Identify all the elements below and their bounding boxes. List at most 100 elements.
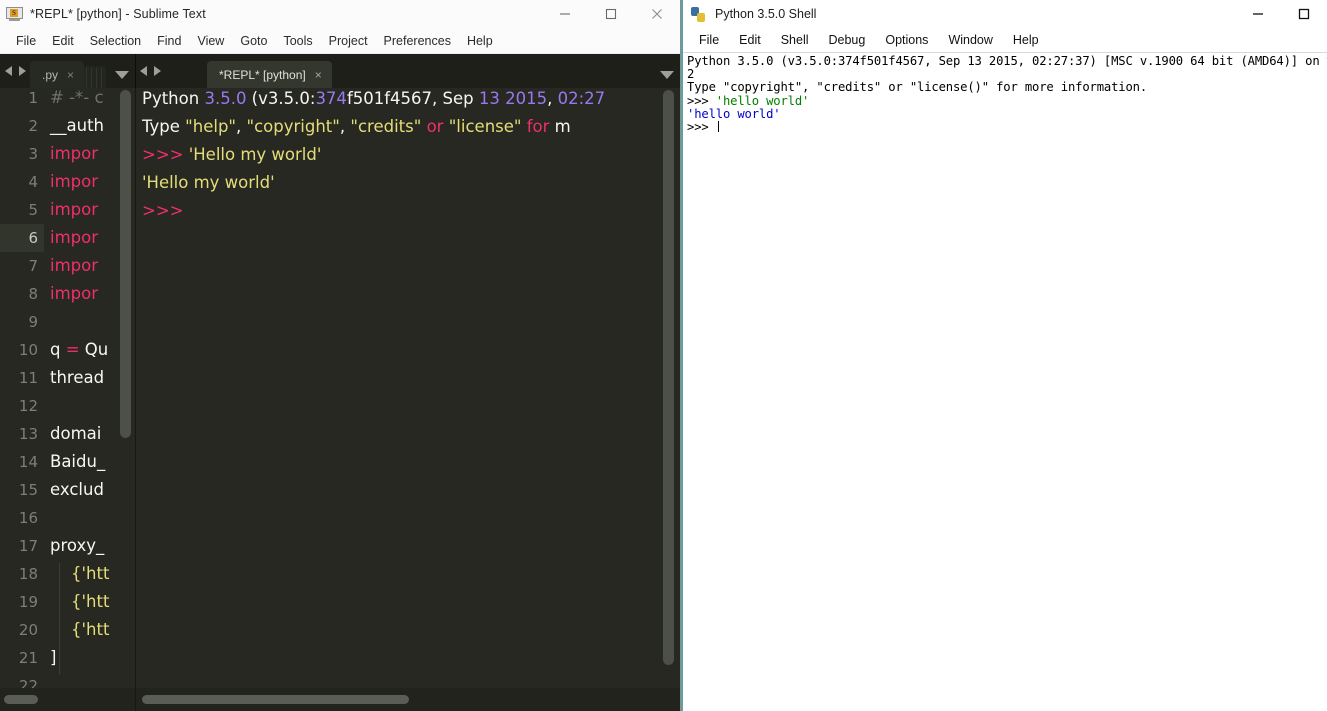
code-line[interactable]: {'htt xyxy=(50,616,109,644)
code-line[interactable]: impor xyxy=(50,280,98,308)
repl-horizontal-scrollbar[interactable] xyxy=(136,688,680,711)
tab-py[interactable]: .py × xyxy=(30,61,85,88)
menu-item-project[interactable]: Project xyxy=(321,28,376,54)
code-line[interactable]: exclud xyxy=(50,476,104,504)
repl-line[interactable]: Type "help", "copyright", "credits" or "… xyxy=(142,113,571,141)
code-line[interactable]: impor xyxy=(50,140,98,168)
sublime-menu-bar: File Edit Selection Find View Goto Tools… xyxy=(0,28,680,54)
repl-token: 13 2015 xyxy=(478,89,548,108)
menu-item-file[interactable]: File xyxy=(8,28,44,54)
maximize-button[interactable] xyxy=(1281,0,1327,28)
code-line[interactable]: ] xyxy=(50,644,56,672)
tab-next-arrow-icon[interactable] xyxy=(19,66,26,76)
menu-item-view[interactable]: View xyxy=(189,28,232,54)
idle-menu-item-shell[interactable]: Shell xyxy=(771,28,819,52)
code-line[interactable]: __auth xyxy=(50,112,104,140)
minimize-button[interactable] xyxy=(542,0,588,28)
idle-shell-text-area[interactable]: Python 3.5.0 (v3.5.0:374f501f4567, Sep 1… xyxy=(683,54,1327,711)
code-line[interactable]: impor xyxy=(50,196,98,224)
sublime-editor-body: 1 2 3 4 5 6 7 8 9 10 11 12 13 14 15 16 17 18 19 20 21 22 # -*… xyxy=(0,88,680,711)
tab-next-arrow-icon[interactable] xyxy=(154,66,161,76)
repl-line[interactable]: >>> xyxy=(142,197,183,225)
repl-line[interactable]: 'Hello my world' xyxy=(142,169,275,197)
repl-token: Python xyxy=(142,89,205,108)
tab-repl-python[interactable]: *REPL* [python] × xyxy=(207,61,332,88)
tab-prev-arrow-icon[interactable] xyxy=(5,66,12,76)
tab-close-icon[interactable]: × xyxy=(67,69,74,81)
repl-token: (v3.5.0: xyxy=(246,89,316,108)
repl-token: 374 xyxy=(315,89,347,108)
source-vertical-scrollbar-track[interactable] xyxy=(120,88,133,688)
idle-menu-item-help[interactable]: Help xyxy=(1003,28,1049,52)
code-line[interactable]: q = Qu xyxy=(50,336,108,364)
source-vertical-scrollbar-thumb[interactable] xyxy=(120,90,131,438)
code-line[interactable]: proxy_ xyxy=(50,532,104,560)
code-token: Baidu_ xyxy=(50,452,106,471)
sublime-title-bar[interactable]: S *REPL* [python] - Sublime Text xyxy=(0,0,680,28)
line-number: 18 xyxy=(18,565,38,583)
code-line[interactable]: impor xyxy=(50,168,98,196)
repl-vertical-scrollbar-thumb[interactable] xyxy=(663,90,674,665)
right-tab-nav-arrows[interactable] xyxy=(135,54,165,88)
code-line[interactable]: {'htt xyxy=(50,560,109,588)
tab-label: *REPL* [python] xyxy=(219,67,306,82)
source-horizontal-scrollbar[interactable] xyxy=(0,688,135,711)
editor-pane-source[interactable]: 1 2 3 4 5 6 7 8 9 10 11 12 13 14 15 16 17 18 19 20 21 22 # -*… xyxy=(0,88,136,711)
shell-text: 'hello world' xyxy=(687,106,781,121)
idle-menu-item-options[interactable]: Options xyxy=(875,28,938,52)
line-number: 14 xyxy=(18,453,38,471)
code-line[interactable]: impor xyxy=(50,224,98,252)
code-token: thread xyxy=(50,368,105,387)
menu-item-selection[interactable]: Selection xyxy=(82,28,149,54)
repl-line[interactable]: >>> 'Hello my world' xyxy=(142,141,321,169)
repl-token: 'Hello my world' xyxy=(142,173,275,192)
code-line[interactable]: # -*- c xyxy=(50,88,104,112)
line-number: 8 xyxy=(28,285,38,303)
maximize-button[interactable] xyxy=(588,0,634,28)
shell-line[interactable]: 'hello world' xyxy=(687,106,1327,121)
menu-item-goto[interactable]: Goto xyxy=(232,28,275,54)
code-line[interactable]: Baidu_ xyxy=(50,448,105,476)
source-code-area[interactable]: 1 2 3 4 5 6 7 8 9 10 11 12 13 14 15 16 17 18 19 20 21 22 # -*… xyxy=(0,88,135,688)
repl-output-area[interactable]: Python 3.5.0 (v3.5.0:374f501f4567, Sep 1… xyxy=(136,88,680,688)
menu-item-help[interactable]: Help xyxy=(459,28,501,54)
code-line[interactable]: {'htt xyxy=(50,588,109,616)
minimize-button[interactable] xyxy=(1235,0,1281,28)
tab-close-icon[interactable]: × xyxy=(315,69,322,81)
idle-menu-item-window[interactable]: Window xyxy=(938,28,1002,52)
repl-line[interactable]: Python 3.5.0 (v3.5.0:374f501f4567, Sep 1… xyxy=(142,88,605,113)
repl-vertical-scrollbar-track[interactable] xyxy=(663,88,678,688)
shell-line[interactable]: >>> 'hello world' xyxy=(687,93,1327,108)
code-token: proxy_ xyxy=(50,536,105,555)
left-tab-list-chevron-down-icon[interactable] xyxy=(115,71,129,79)
shell-line[interactable]: Python 3.5.0 (v3.5.0:374f501f4567, Sep 1… xyxy=(687,54,1327,68)
idle-title-bar[interactable]: Python 3.5.0 Shell xyxy=(683,0,1327,28)
line-number: 21 xyxy=(18,649,38,667)
code-token: = xyxy=(65,340,80,359)
code-token: impor xyxy=(50,284,99,303)
repl-horizontal-scrollbar-thumb[interactable] xyxy=(142,695,409,704)
source-horizontal-scrollbar-thumb[interactable] xyxy=(4,695,38,704)
editor-pane-repl[interactable]: Python 3.5.0 (v3.5.0:374f501f4567, Sep 1… xyxy=(136,88,680,711)
repl-output-text[interactable]: Python 3.5.0 (v3.5.0:374f501f4567, Sep 1… xyxy=(142,88,662,688)
left-tab-nav-arrows[interactable] xyxy=(0,54,30,88)
shell-text: 'hello world' xyxy=(715,93,810,108)
tab-prev-arrow-icon[interactable] xyxy=(140,66,147,76)
code-line[interactable]: thread xyxy=(50,364,104,392)
shell-line[interactable]: >>> xyxy=(687,120,1327,134)
menu-item-tools[interactable]: Tools xyxy=(275,28,320,54)
line-number: 10 xyxy=(18,341,38,359)
code-line[interactable]: domai xyxy=(50,420,101,448)
menu-item-edit[interactable]: Edit xyxy=(44,28,82,54)
menu-item-preferences[interactable]: Preferences xyxy=(376,28,459,54)
idle-menu-item-edit[interactable]: Edit xyxy=(729,28,771,52)
menu-item-find[interactable]: Find xyxy=(149,28,189,54)
idle-window-controls xyxy=(1235,0,1327,28)
line-number: 13 xyxy=(18,425,38,443)
idle-menu-item-file[interactable]: File xyxy=(689,28,729,52)
right-tab-list-chevron-down-icon[interactable] xyxy=(660,71,674,79)
repl-token: 02:27 xyxy=(557,89,606,108)
idle-menu-item-debug[interactable]: Debug xyxy=(819,28,876,52)
close-button[interactable] xyxy=(634,0,680,28)
code-line[interactable]: impor xyxy=(50,252,98,280)
